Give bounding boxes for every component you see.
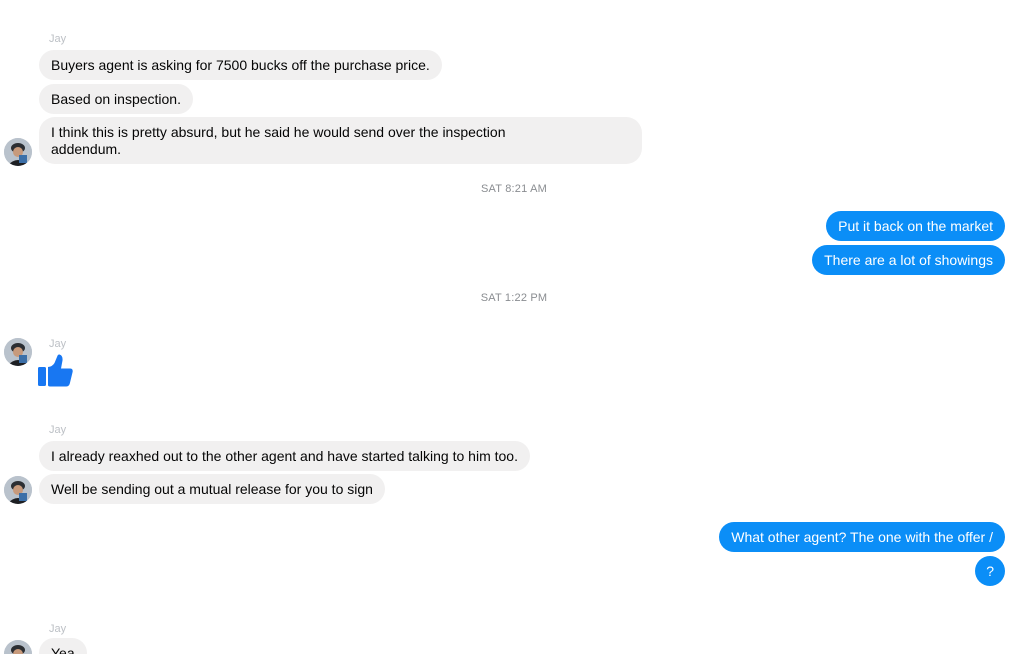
avatar[interactable] (4, 476, 32, 504)
timestamp: SAT 8:21 AM (481, 183, 547, 195)
outgoing-message[interactable]: What other agent? The one with the offer… (719, 522, 1005, 552)
incoming-message[interactable]: Well be sending out a mutual release for… (39, 474, 385, 504)
outgoing-message[interactable]: ? (975, 556, 1005, 586)
incoming-message[interactable]: Yea (39, 638, 87, 654)
outgoing-message[interactable]: There are a lot of showings (812, 245, 1005, 275)
sender-name: Jay (49, 338, 67, 350)
incoming-message[interactable]: Based on inspection. (39, 84, 193, 114)
sender-name: Jay (49, 424, 67, 436)
chat-thread: Jay Buyers agent is asking for 7500 buck… (0, 0, 1024, 654)
outgoing-message[interactable]: Put it back on the market (826, 211, 1005, 241)
timestamp: SAT 1:22 PM (480, 292, 548, 304)
sender-name: Jay (49, 623, 67, 635)
thumbs-up-icon[interactable] (37, 350, 75, 388)
avatar[interactable] (4, 138, 32, 166)
sender-name: Jay (49, 33, 67, 45)
incoming-message[interactable]: I think this is pretty absurd, but he sa… (39, 117, 642, 164)
avatar[interactable] (4, 338, 32, 366)
incoming-message[interactable]: Buyers agent is asking for 7500 bucks of… (39, 50, 442, 80)
avatar[interactable] (4, 640, 32, 654)
incoming-message[interactable]: I already reaxhed out to the other agent… (39, 441, 530, 471)
